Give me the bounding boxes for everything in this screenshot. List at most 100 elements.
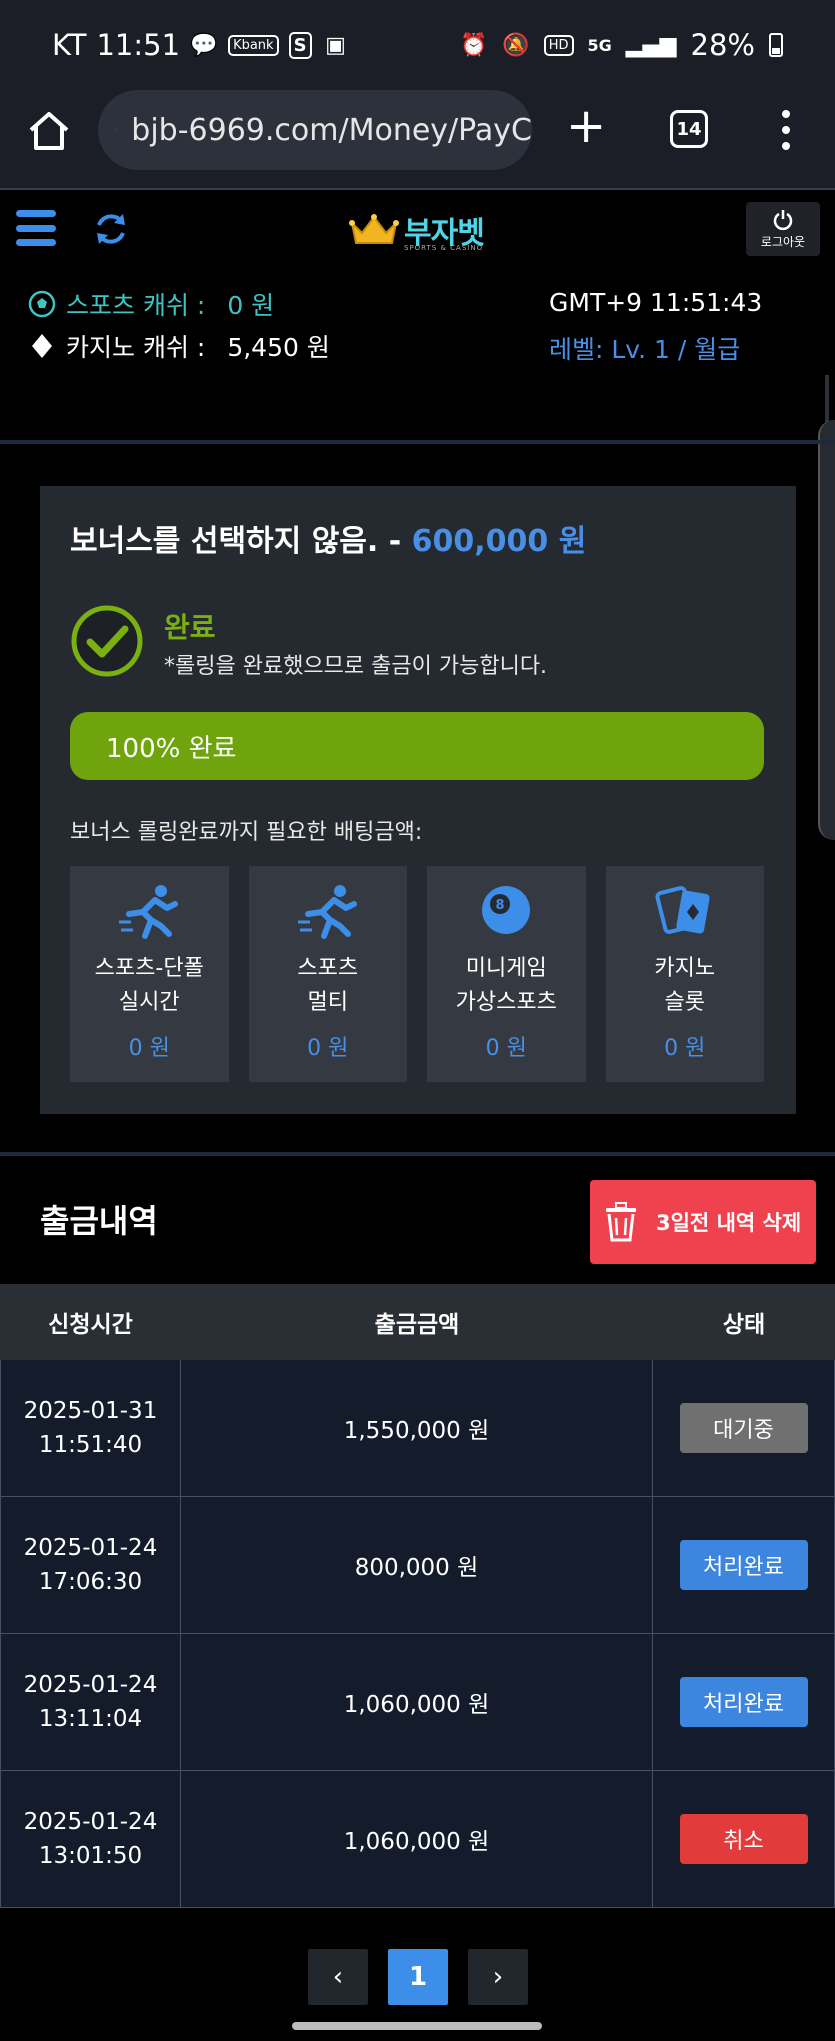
bonus-status-desc: *롤링을 완료했으므로 출금이 가능합니다. — [164, 654, 548, 679]
mute-icon: 🔕 — [502, 32, 530, 58]
page-button-current[interactable]: 1 — [388, 1949, 448, 2005]
crown-icon — [349, 214, 399, 244]
url-bar[interactable]: bjb-6969.com/Money/PayC — [98, 90, 532, 170]
row-amount: 1,060,000 원 — [181, 1634, 653, 1770]
rolling-progress-bar: 100% 완료 — [70, 712, 764, 780]
card-sports-single: 스포츠-단폴 실시간 0 원 — [70, 866, 229, 1082]
bonus-title: 보너스를 선택하지 않음. - 600,000 원 — [70, 516, 586, 560]
user-level[interactable]: 레벨: Lv. 1 / 월급 — [549, 330, 740, 366]
sports-cash-label: 스포츠 캐쉬 : — [66, 291, 206, 320]
row-datetime: 2025-01-24 13:11:04 — [0, 1634, 181, 1770]
card-label: 스포츠 멀티 — [297, 956, 359, 1015]
server-clock: GMT+9 11:51:43 — [549, 288, 763, 317]
site-settings-icon[interactable] — [116, 114, 118, 146]
table-row: 2025-01-31 11:51:40 1,550,000 원 대기중 — [0, 1360, 835, 1497]
prev-page-button[interactable]: ‹ — [308, 1949, 368, 2005]
status-bar: KT 11:51 💬 Kbank S ▣ ⏰ 🔕 HD 5G ▂▄▆ 28% — [0, 0, 835, 90]
pagination: ‹ 1 › — [308, 1949, 528, 2005]
required-bet-label: 보너스 롤링완료까지 필요한 배팅금액: — [70, 820, 423, 845]
tab-switcher-button[interactable]: 14 — [670, 110, 708, 148]
delete-history-label: 3일전 내역 삭제 — [656, 1211, 802, 1235]
progress-text: 100% 완료 — [106, 733, 237, 764]
card-value: 0 원 — [307, 1036, 349, 1061]
brand-sub: SPORTS & CASINO — [404, 244, 484, 252]
required-bet-cards: 스포츠-단폴 실시간 0 원 스포츠 멀티 0 원 8 미니게임 가상스포츠 0 원 — [70, 866, 764, 1082]
status-badge[interactable]: 대기중 — [679, 1403, 808, 1453]
s-icon: S — [288, 31, 312, 59]
divider — [0, 1152, 835, 1156]
card-value: 0 원 — [485, 1036, 527, 1061]
gesture-bar[interactable] — [292, 2022, 542, 2030]
browser-toolbar: bjb-6969.com/Money/PayC + 14 — [0, 90, 835, 190]
battery-icon — [769, 33, 783, 57]
withdraw-history-title: 출금내역 — [40, 1202, 158, 1240]
bonus-amount: 600,000 원 — [411, 524, 587, 559]
next-page-button[interactable]: › — [468, 1949, 528, 2005]
power-icon — [773, 209, 793, 230]
delete-history-button[interactable]: 3일전 내역 삭제 — [590, 1180, 816, 1264]
divider — [0, 440, 835, 444]
card-label: 스포츠-단폴 실시간 — [94, 956, 204, 1015]
casino-cash-label: 카지노 캐쉬 : — [66, 333, 206, 362]
card-sports-multi: 스포츠 멀티 0 원 — [248, 866, 407, 1082]
sports-cash-value: 0 원 — [227, 291, 275, 320]
row-amount: 800,000 원 — [181, 1497, 653, 1633]
card-label: 카지노 슬롯 — [654, 956, 716, 1015]
logout-button[interactable]: 로그아웃 — [746, 202, 820, 256]
table-row: 2025-01-24 13:11:04 1,060,000 원 처리완료 — [0, 1634, 835, 1771]
row-datetime: 2025-01-31 11:51:40 — [0, 1360, 181, 1496]
5g-icon: 5G — [587, 35, 612, 55]
table-row: 2025-01-24 17:06:30 800,000 원 처리완료 — [0, 1497, 835, 1634]
col-request-time: 신청시간 — [48, 1312, 133, 1338]
battery-text: 28% — [690, 28, 755, 62]
chat-icon: 💬 — [190, 32, 218, 58]
signal-icon: ▂▄▆ — [625, 32, 677, 58]
more-menu-icon[interactable] — [778, 110, 794, 150]
row-status-cell: 대기중 — [653, 1360, 835, 1496]
status-badge[interactable]: 취소 — [679, 1814, 808, 1864]
soccer-ball-icon — [28, 290, 56, 318]
alarm-icon: ⏰ — [460, 32, 488, 58]
cards-icon — [655, 886, 710, 934]
home-icon[interactable] — [26, 108, 72, 154]
bonus-title-text: 보너스를 선택하지 않음. - — [70, 524, 412, 559]
logout-label: 로그아웃 — [760, 234, 806, 249]
status-badge[interactable]: 처리완료 — [679, 1540, 808, 1590]
divider — [0, 188, 835, 190]
card-casino-slot: 카지노 슬롯 0 원 — [605, 866, 764, 1082]
table-row: 2025-01-24 13:01:50 1,060,000 원 취소 — [0, 1771, 835, 1908]
url-text: bjb-6969.com/Money/PayC — [131, 112, 532, 148]
diamond-icon — [32, 334, 52, 358]
card-value: 0 원 — [664, 1036, 706, 1061]
status-badge[interactable]: 처리완료 — [679, 1677, 808, 1727]
row-status-cell: 처리완료 — [653, 1634, 835, 1770]
casino-cash-row: 카지노 캐쉬 : 5,450 원 — [28, 328, 330, 364]
runner-icon — [119, 885, 179, 939]
runner-icon — [297, 885, 357, 939]
card-minigame: 8 미니게임 가상스포츠 0 원 — [427, 866, 586, 1082]
billiard-ball-icon: 8 — [482, 886, 531, 934]
svg-text:8: 8 — [496, 898, 505, 913]
bonus-panel: 보너스를 선택하지 않음. - 600,000 원 완료 *롤링을 완료했으므로… — [40, 486, 796, 1114]
kbank-icon: Kbank — [228, 34, 279, 56]
row-status-cell: 취소 — [653, 1771, 835, 1907]
withdraw-table: 신청시간 출금금액 상태 2025-01-31 11:51:40 1,550,00… — [0, 1284, 835, 1908]
row-amount: 1,060,000 원 — [181, 1771, 653, 1907]
casino-cash-value: 5,450 원 — [227, 333, 330, 362]
sports-cash-row: 스포츠 캐쉬 : 0 원 — [28, 286, 274, 322]
hd-icon: HD — [543, 34, 574, 56]
card-label: 미니게임 가상스포츠 — [455, 956, 557, 1015]
new-tab-icon[interactable]: + — [566, 102, 606, 150]
carrier: KT — [52, 28, 87, 62]
refresh-icon[interactable] — [92, 210, 130, 248]
gallery-icon: ▣ — [325, 32, 346, 58]
side-panel-handle[interactable] — [818, 420, 835, 840]
col-status: 상태 — [722, 1312, 766, 1338]
site-logo[interactable]: 부자벳 SPORTS & CASINO — [348, 208, 485, 252]
check-circle-icon — [71, 605, 143, 677]
row-status-cell: 처리완료 — [653, 1497, 835, 1633]
trash-icon — [606, 1202, 636, 1242]
clock: 11:51 — [96, 28, 181, 62]
card-value: 0 원 — [128, 1036, 170, 1061]
hamburger-menu-icon[interactable] — [16, 210, 56, 246]
